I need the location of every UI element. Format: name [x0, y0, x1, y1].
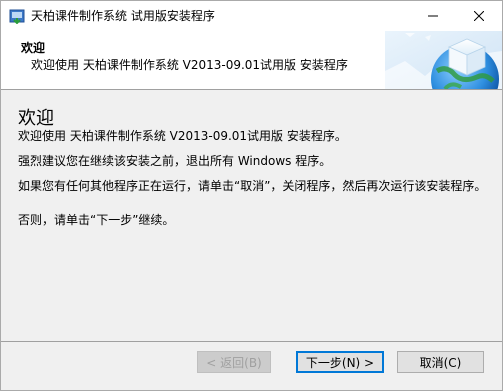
window-controls	[410, 1, 502, 31]
cancel-button[interactable]: 取消(C)	[397, 351, 484, 373]
next-button[interactable]: 下一步(N) >	[296, 351, 384, 373]
wizard-footer: < 返回(B) 下一步(N) > 取消(C)	[1, 341, 502, 390]
exit-programs-paragraph: 强烈建议您在继续该安装之前，退出所有 Windows 程序。	[18, 154, 332, 168]
back-button[interactable]: < 返回(B)	[197, 351, 271, 373]
wizard-content: 欢迎 欢迎使用 天柏课件制作系统 V2013-09.01试用版 安装程序。 强烈…	[1, 90, 502, 341]
header-subtitle: 欢迎使用 天柏课件制作系统 V2013-09.01试用版 安装程序	[31, 58, 348, 72]
minimize-icon	[428, 15, 438, 17]
title-bar[interactable]: 天柏课件制作系统 试用版安装程序	[1, 1, 502, 31]
close-button[interactable]	[456, 1, 502, 31]
wizard-header: 欢迎 欢迎使用 天柏课件制作系统 V2013-09.01试用版 安装程序	[1, 31, 502, 113]
header-title: 欢迎	[21, 41, 46, 55]
globe-cube-banner-image	[385, 31, 502, 113]
minimize-button[interactable]	[410, 1, 456, 31]
welcome-heading: 欢迎	[18, 108, 54, 129]
continue-paragraph: 否则，请单击“下一步”继续。	[18, 213, 175, 227]
window-title: 天柏课件制作系统 试用版安装程序	[31, 9, 215, 23]
installer-window: 天柏课件制作系统 试用版安装程序 欢迎 欢迎使用 天柏课件制作系统 V2013-…	[0, 0, 503, 391]
welcome-paragraph: 欢迎使用 天柏课件制作系统 V2013-09.01试用版 安装程序。	[18, 129, 347, 143]
close-icon	[474, 11, 484, 21]
installer-app-icon	[9, 8, 25, 25]
cancel-instructions-paragraph: 如果您有任何其他程序正在运行，请单击“取消”，关闭程序，然后再次运行该安装程序。	[18, 179, 487, 193]
